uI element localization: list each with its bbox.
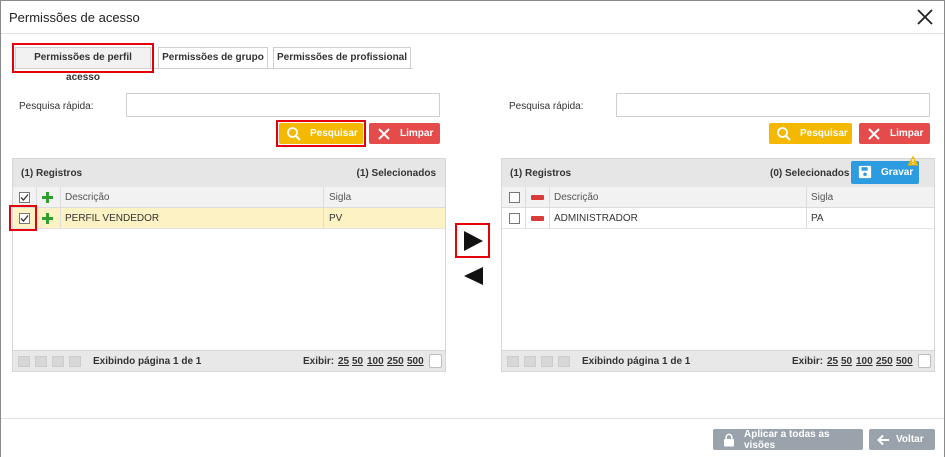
lock-icon [722, 433, 736, 447]
row-description: PERFIL VENDEDOR [65, 213, 160, 224]
page-size-25[interactable]: 25 [338, 356, 349, 367]
left-column-header: Descrição Sigla [13, 187, 445, 208]
back-button[interactable]: Voltar [869, 429, 935, 450]
page-size-50[interactable]: 50 [352, 356, 363, 367]
minus-icon[interactable] [531, 195, 544, 200]
x-icon [866, 126, 882, 142]
search-icon [286, 126, 302, 142]
left-col-acronym[interactable]: Sigla [329, 192, 351, 203]
right-col-description[interactable]: Descrição [554, 192, 598, 203]
left-search-label: Pesquisa rápida: [19, 101, 94, 112]
tab-profile-permissions[interactable]: Permissões de perfil acesso [15, 47, 151, 83]
tab-group-permissions[interactable]: Permissões de grupo [158, 47, 268, 69]
prev-page-button[interactable] [524, 356, 536, 367]
left-clear-button-label: Limpar [400, 128, 434, 139]
left-search-button[interactable]: Pesquisar [279, 123, 363, 144]
first-page-button[interactable] [18, 356, 30, 367]
minus-icon[interactable] [531, 216, 544, 221]
right-col-acronym[interactable]: Sigla [811, 192, 833, 203]
page-size-100[interactable]: 100 [856, 356, 873, 367]
left-pager: Exibindo página 1 de 1 Exibir: 25 50 100… [13, 350, 445, 371]
col-divider [525, 187, 526, 229]
right-page-info: Exibindo página 1 de 1 [582, 356, 691, 367]
table-row[interactable]: PERFIL VENDEDOR PV [13, 208, 445, 229]
right-search-button-label: Pesquisar [800, 128, 848, 139]
left-selected-count: (1) Selecionados [356, 168, 436, 179]
right-grid: (1) Registros (0) Selecionados Descrição… [501, 158, 935, 372]
left-clear-button[interactable]: Limpar [369, 123, 440, 144]
right-search-input[interactable] [616, 93, 930, 117]
right-pager: Exibindo página 1 de 1 Exibir: 25 50 100… [502, 350, 934, 371]
bulb-icon[interactable] [429, 354, 442, 368]
col-divider [36, 187, 37, 229]
permissions-dialog: Permissões de acesso Permissões de perfi… [0, 0, 945, 457]
page-size-500[interactable]: 500 [407, 356, 424, 367]
left-search-button-label: Pesquisar [310, 128, 358, 139]
left-grid-header: (1) Registros (1) Selecionados [13, 159, 445, 187]
title-bar: Permissões de acesso [1, 1, 944, 34]
next-page-button[interactable] [52, 356, 64, 367]
page-size-50[interactable]: 50 [841, 356, 852, 367]
x-icon [376, 126, 392, 142]
warning-icon [907, 155, 919, 166]
left-search-input[interactable] [126, 93, 440, 117]
tab-divider [13, 68, 413, 69]
col-divider [549, 187, 550, 229]
right-search-button[interactable]: Pesquisar [769, 123, 852, 144]
right-search-label: Pesquisa rápida: [509, 101, 584, 112]
right-clear-button-label: Limpar [890, 128, 924, 139]
move-right-icon[interactable] [459, 227, 487, 255]
back-button-label: Voltar [896, 434, 924, 445]
row-checkbox[interactable] [509, 213, 520, 224]
row-acronym: PV [329, 213, 343, 224]
next-page-button[interactable] [541, 356, 553, 367]
move-left-icon[interactable] [461, 265, 485, 287]
left-col-description[interactable]: Descrição [65, 192, 109, 203]
plus-icon[interactable] [41, 191, 54, 204]
right-column-header: Descrição Sigla [502, 187, 934, 208]
left-grid: (1) Registros (1) Selecionados Descrição… [12, 158, 446, 372]
row-checkbox[interactable] [19, 213, 30, 224]
dialog-footer: Aplicar a todas as visões Voltar [1, 418, 944, 457]
left-records-count: (1) Registros [21, 168, 83, 179]
first-page-button[interactable] [507, 356, 519, 367]
row-description: ADMINISTRADOR [554, 213, 638, 224]
arrow-left-icon [876, 433, 890, 447]
left-page-info: Exibindo página 1 de 1 [93, 356, 202, 367]
bulb-icon[interactable] [918, 354, 931, 368]
page-size-500[interactable]: 500 [896, 356, 913, 367]
prev-page-button[interactable] [35, 356, 47, 367]
right-selected-count: (0) Selecionados [770, 168, 850, 179]
tab-professional-permissions[interactable]: Permissões de profissional [273, 47, 411, 69]
right-records-count: (1) Registros [510, 168, 572, 179]
page-size-100[interactable]: 100 [367, 356, 384, 367]
dialog-title: Permissões de acesso [9, 10, 140, 25]
right-clear-button[interactable]: Limpar [859, 123, 930, 144]
save-icon [858, 165, 874, 181]
page-size-250[interactable]: 250 [387, 356, 404, 367]
right-select-all-checkbox[interactable] [509, 192, 520, 203]
search-icon [776, 126, 792, 142]
row-acronym: PA [811, 213, 824, 224]
col-divider [323, 187, 324, 229]
plus-icon[interactable] [41, 212, 54, 225]
table-row[interactable]: ADMINISTRADOR PA [502, 208, 934, 229]
col-divider [60, 187, 61, 229]
close-icon[interactable] [914, 6, 936, 28]
apply-all-button[interactable]: Aplicar a todas as visões [713, 428, 863, 451]
col-divider [806, 187, 807, 229]
save-button-label: Gravar [881, 167, 914, 178]
last-page-button[interactable] [69, 356, 81, 367]
page-size-25[interactable]: 25 [827, 356, 838, 367]
left-page-size-label: Exibir: [303, 356, 335, 367]
apply-all-button-label: Aplicar a todas as visões [744, 428, 830, 451]
left-select-all-checkbox[interactable] [19, 192, 30, 203]
page-size-250[interactable]: 250 [876, 356, 893, 367]
right-page-size-label: Exibir: [792, 356, 824, 367]
last-page-button[interactable] [558, 356, 570, 367]
